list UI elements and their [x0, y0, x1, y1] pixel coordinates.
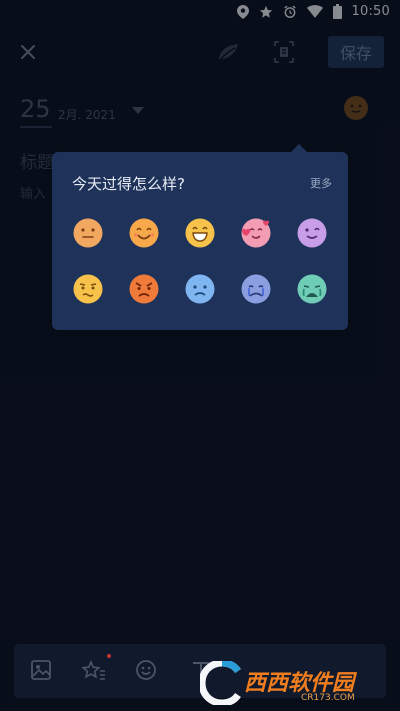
mood-wink-icon[interactable]	[296, 217, 328, 249]
mood-worried-icon[interactable]	[72, 273, 104, 305]
watermark-c-icon	[200, 661, 241, 705]
watermark-url: CR173.COM	[301, 693, 355, 703]
popup-title: 今天过得怎么样?	[72, 175, 185, 193]
mood-crying-icon[interactable]	[240, 273, 272, 305]
image-icon[interactable]	[30, 659, 52, 681]
more-link[interactable]: 更多	[310, 175, 332, 191]
mood-sad-icon[interactable]	[184, 273, 216, 305]
mood-smile-icon[interactable]	[128, 217, 160, 249]
mood-sobbing-icon[interactable]	[296, 273, 328, 305]
mood-angry-icon[interactable]	[128, 273, 160, 305]
mood-love-icon[interactable]	[240, 217, 272, 249]
stars-icon[interactable]	[82, 659, 106, 681]
mood-neutral-icon[interactable]	[72, 217, 104, 249]
mood-laugh-icon[interactable]	[184, 217, 216, 249]
notification-dot	[107, 654, 111, 658]
mood-popup: 今天过得怎么样? 更多	[52, 144, 348, 330]
emoji-icon[interactable]	[135, 659, 157, 681]
watermark-logo: 西西软件园 CR173.COM	[196, 659, 396, 709]
modal-overlay[interactable]	[0, 0, 400, 711]
popup-arrow	[291, 144, 307, 152]
